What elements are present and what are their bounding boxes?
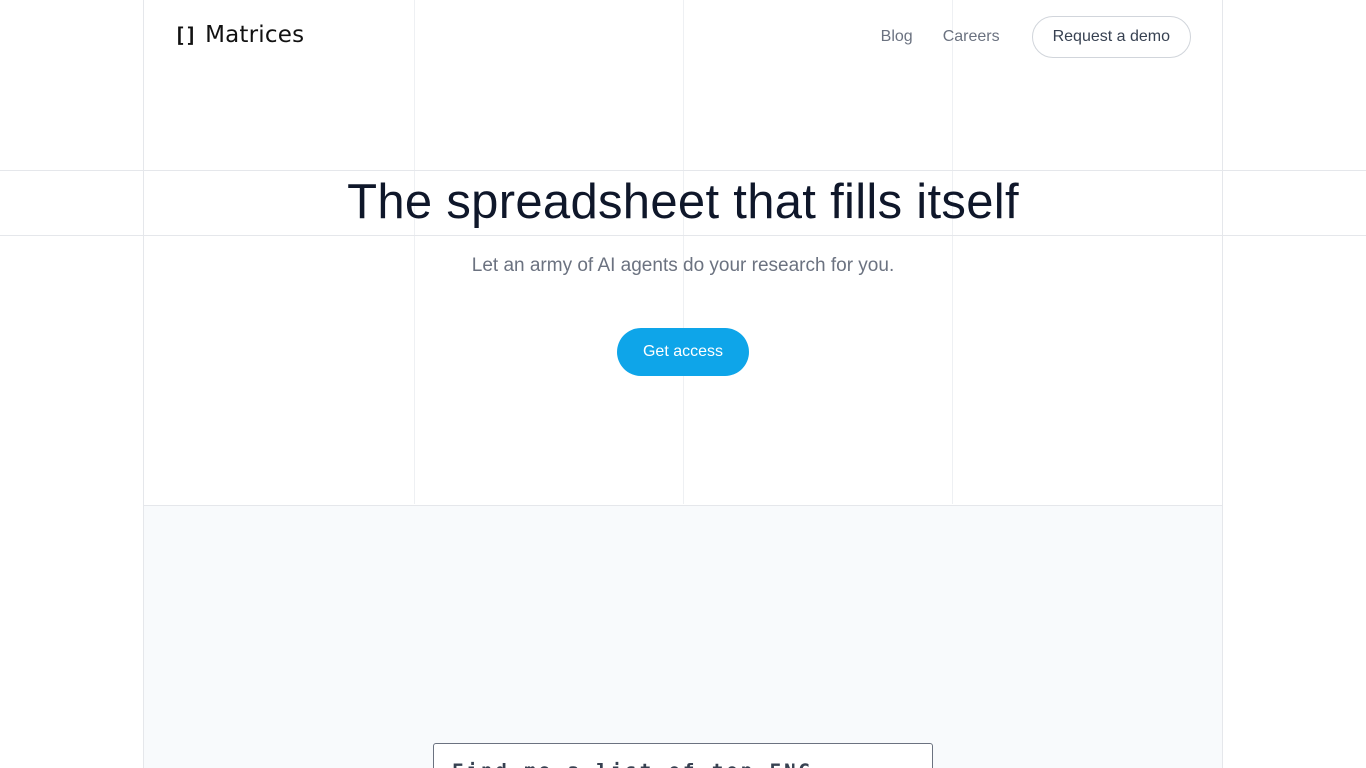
grid-line: [0, 170, 1366, 171]
brackets-logo-icon: []: [174, 23, 197, 47]
request-demo-button[interactable]: Request a demo: [1031, 16, 1191, 58]
grid-line: [0, 235, 1366, 236]
grid-line: [414, 0, 415, 504]
logo-text: Matrices: [205, 22, 305, 48]
demo-prompt-input[interactable]: Find me a list of top ENG...: [433, 743, 933, 768]
grid-line: [952, 0, 953, 504]
page: [] Matrices Blog Careers Request a demo …: [0, 0, 1366, 768]
hero-subtitle: Let an army of AI agents do your researc…: [471, 255, 895, 276]
nav-blog-link[interactable]: Blog: [881, 28, 913, 46]
top-nav: Blog Careers Request a demo: [881, 16, 1191, 58]
logo[interactable]: [] Matrices: [174, 22, 304, 48]
grid-line: [683, 0, 684, 504]
demo-panel: [144, 505, 1222, 768]
get-access-button[interactable]: Get access: [617, 328, 749, 376]
hero-title: The spreadsheet that fills itself: [347, 175, 1019, 229]
grid-line: [1222, 0, 1223, 768]
nav-careers-link[interactable]: Careers: [943, 28, 1000, 46]
